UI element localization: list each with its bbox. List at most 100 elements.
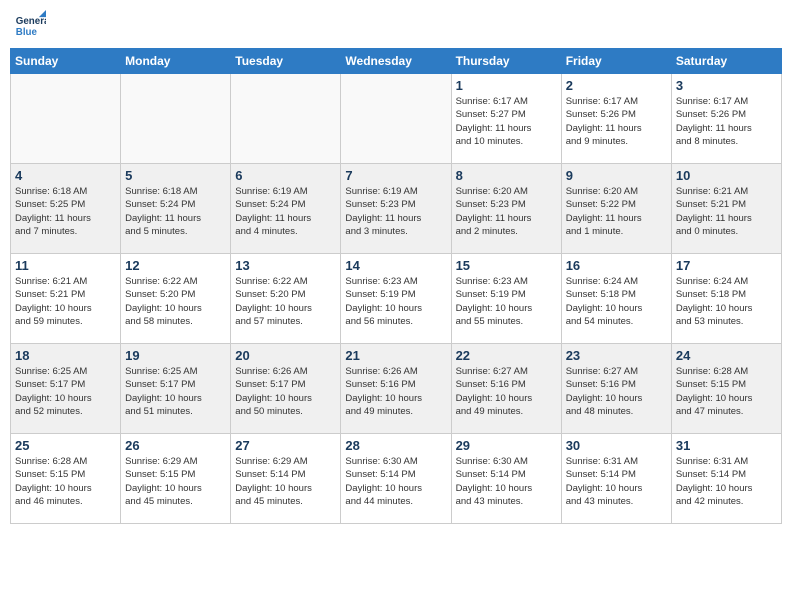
svg-text:General: General: [16, 16, 46, 27]
calendar-cell: 17Sunrise: 6:24 AM Sunset: 5:18 PM Dayli…: [671, 254, 781, 344]
svg-text:Blue: Blue: [16, 27, 38, 38]
cell-text: Sunrise: 6:19 AM Sunset: 5:24 PM Dayligh…: [235, 185, 336, 238]
cell-text: Sunrise: 6:30 AM Sunset: 5:14 PM Dayligh…: [456, 455, 557, 508]
day-number: 13: [235, 258, 336, 273]
day-number: 15: [456, 258, 557, 273]
calendar-cell: 26 Sunrise: 6:29 AM Sunset: 5:15 PM Dayli…: [121, 434, 231, 524]
calendar-cell: [231, 74, 341, 164]
calendar-cell: 29 Sunrise: 6:30 AM Sunset: 5:14 PM Dayli…: [451, 434, 561, 524]
day-number: 21: [345, 348, 446, 363]
logo: General Blue: [14, 10, 50, 42]
calendar-week-row: 25 Sunrise: 6:28 AM Sunset: 5:15 PM Dayli…: [11, 434, 782, 524]
cell-text: Sunrise: 6:22 AM Sunset: 5:20 PM Dayligh…: [125, 275, 226, 328]
day-number: 8: [456, 168, 557, 183]
calendar-cell: 30 Sunrise: 6:31 AM Sunset: 5:14 PM Dayli…: [561, 434, 671, 524]
day-number: 24: [676, 348, 777, 363]
day-number: 7: [345, 168, 446, 183]
cell-text: Sunrise: 6:22 AM Sunset: 5:20 PM Dayligh…: [235, 275, 336, 328]
calendar-cell: 25 Sunrise: 6:28 AM Sunset: 5:15 PM Dayli…: [11, 434, 121, 524]
cell-text: Sunrise: 6:27 AM Sunset: 5:16 PM Dayligh…: [566, 365, 667, 418]
cell-text: Sunrise: 6:20 AM Sunset: 5:23 PM Dayligh…: [456, 185, 557, 238]
calendar-week-row: 1 Sunrise: 6:17 AM Sunset: 5:27 PM Daylig…: [11, 74, 782, 164]
cell-text: Sunrise: 6:26 AM Sunset: 5:16 PM Dayligh…: [345, 365, 446, 418]
day-number: 10: [676, 168, 777, 183]
page-header: General Blue: [10, 10, 782, 42]
logo-icon: General Blue: [14, 10, 46, 42]
day-number: 25: [15, 438, 116, 453]
day-number: 20: [235, 348, 336, 363]
weekday-header-monday: Monday: [121, 49, 231, 74]
day-number: 31: [676, 438, 777, 453]
day-number: 5: [125, 168, 226, 183]
day-number: 6: [235, 168, 336, 183]
calendar-cell: 18Sunrise: 6:25 AM Sunset: 5:17 PM Dayli…: [11, 344, 121, 434]
calendar-cell: 5 Sunrise: 6:18 AM Sunset: 5:24 PM Daylig…: [121, 164, 231, 254]
day-number: 19: [125, 348, 226, 363]
weekday-header-saturday: Saturday: [671, 49, 781, 74]
cell-text: Sunrise: 6:23 AM Sunset: 5:19 PM Dayligh…: [345, 275, 446, 328]
calendar-cell: 1 Sunrise: 6:17 AM Sunset: 5:27 PM Daylig…: [451, 74, 561, 164]
calendar-week-row: 11Sunrise: 6:21 AM Sunset: 5:21 PM Dayli…: [11, 254, 782, 344]
calendar-cell: 3 Sunrise: 6:17 AM Sunset: 5:26 PM Daylig…: [671, 74, 781, 164]
calendar-cell: 8 Sunrise: 6:20 AM Sunset: 5:23 PM Daylig…: [451, 164, 561, 254]
day-number: 30: [566, 438, 667, 453]
calendar-cell: 21 Sunrise: 6:26 AM Sunset: 5:16 PM Dayli…: [341, 344, 451, 434]
cell-text: Sunrise: 6:31 AM Sunset: 5:14 PM Dayligh…: [676, 455, 777, 508]
day-number: 16: [566, 258, 667, 273]
weekday-header-friday: Friday: [561, 49, 671, 74]
weekday-header-thursday: Thursday: [451, 49, 561, 74]
calendar-cell: [11, 74, 121, 164]
calendar-cell: 14Sunrise: 6:23 AM Sunset: 5:19 PM Dayli…: [341, 254, 451, 344]
day-number: 29: [456, 438, 557, 453]
weekday-header-wednesday: Wednesday: [341, 49, 451, 74]
day-number: 4: [15, 168, 116, 183]
cell-text: Sunrise: 6:23 AM Sunset: 5:19 PM Dayligh…: [456, 275, 557, 328]
day-number: 28: [345, 438, 446, 453]
cell-text: Sunrise: 6:29 AM Sunset: 5:15 PM Dayligh…: [125, 455, 226, 508]
calendar-cell: 19 Sunrise: 6:25 AM Sunset: 5:17 PM Dayli…: [121, 344, 231, 434]
cell-text: Sunrise: 6:18 AM Sunset: 5:24 PM Dayligh…: [125, 185, 226, 238]
calendar-cell: 7Sunrise: 6:19 AM Sunset: 5:23 PM Daylig…: [341, 164, 451, 254]
day-number: 27: [235, 438, 336, 453]
calendar-table: SundayMondayTuesdayWednesdayThursdayFrid…: [10, 48, 782, 524]
day-number: 26: [125, 438, 226, 453]
calendar-cell: 11Sunrise: 6:21 AM Sunset: 5:21 PM Dayli…: [11, 254, 121, 344]
calendar-cell: 12 Sunrise: 6:22 AM Sunset: 5:20 PM Dayli…: [121, 254, 231, 344]
weekday-header-sunday: Sunday: [11, 49, 121, 74]
cell-text: Sunrise: 6:17 AM Sunset: 5:26 PM Dayligh…: [676, 95, 777, 148]
cell-text: Sunrise: 6:28 AM Sunset: 5:15 PM Dayligh…: [676, 365, 777, 418]
cell-text: Sunrise: 6:18 AM Sunset: 5:25 PM Dayligh…: [15, 185, 116, 238]
calendar-cell: [341, 74, 451, 164]
weekday-header-tuesday: Tuesday: [231, 49, 341, 74]
calendar-cell: 27Sunrise: 6:29 AM Sunset: 5:14 PM Dayli…: [231, 434, 341, 524]
cell-text: Sunrise: 6:21 AM Sunset: 5:21 PM Dayligh…: [15, 275, 116, 328]
calendar-cell: 9Sunrise: 6:20 AM Sunset: 5:22 PM Daylig…: [561, 164, 671, 254]
cell-text: Sunrise: 6:31 AM Sunset: 5:14 PM Dayligh…: [566, 455, 667, 508]
calendar-cell: 20 Sunrise: 6:26 AM Sunset: 5:17 PM Dayli…: [231, 344, 341, 434]
calendar-cell: 2Sunrise: 6:17 AM Sunset: 5:26 PM Daylig…: [561, 74, 671, 164]
calendar-cell: 31 Sunrise: 6:31 AM Sunset: 5:14 PM Dayli…: [671, 434, 781, 524]
cell-text: Sunrise: 6:26 AM Sunset: 5:17 PM Dayligh…: [235, 365, 336, 418]
day-number: 23: [566, 348, 667, 363]
cell-text: Sunrise: 6:24 AM Sunset: 5:18 PM Dayligh…: [566, 275, 667, 328]
day-number: 12: [125, 258, 226, 273]
calendar-cell: 15 Sunrise: 6:23 AM Sunset: 5:19 PM Dayli…: [451, 254, 561, 344]
cell-text: Sunrise: 6:21 AM Sunset: 5:21 PM Dayligh…: [676, 185, 777, 238]
cell-text: Sunrise: 6:25 AM Sunset: 5:17 PM Dayligh…: [15, 365, 116, 418]
cell-text: Sunrise: 6:17 AM Sunset: 5:27 PM Dayligh…: [456, 95, 557, 148]
cell-text: Sunrise: 6:25 AM Sunset: 5:17 PM Dayligh…: [125, 365, 226, 418]
calendar-cell: 28Sunrise: 6:30 AM Sunset: 5:14 PM Dayli…: [341, 434, 451, 524]
calendar-cell: 24 Sunrise: 6:28 AM Sunset: 5:15 PM Dayli…: [671, 344, 781, 434]
cell-text: Sunrise: 6:28 AM Sunset: 5:15 PM Dayligh…: [15, 455, 116, 508]
day-number: 9: [566, 168, 667, 183]
calendar-body: 1 Sunrise: 6:17 AM Sunset: 5:27 PM Daylig…: [11, 74, 782, 524]
day-number: 3: [676, 78, 777, 93]
weekday-header-row: SundayMondayTuesdayWednesdayThursdayFrid…: [11, 49, 782, 74]
calendar-week-row: 4 Sunrise: 6:18 AM Sunset: 5:25 PM Daylig…: [11, 164, 782, 254]
cell-text: Sunrise: 6:24 AM Sunset: 5:18 PM Dayligh…: [676, 275, 777, 328]
cell-text: Sunrise: 6:17 AM Sunset: 5:26 PM Dayligh…: [566, 95, 667, 148]
calendar-cell: 10 Sunrise: 6:21 AM Sunset: 5:21 PM Dayli…: [671, 164, 781, 254]
day-number: 1: [456, 78, 557, 93]
calendar-cell: 6 Sunrise: 6:19 AM Sunset: 5:24 PM Daylig…: [231, 164, 341, 254]
calendar-cell: [121, 74, 231, 164]
